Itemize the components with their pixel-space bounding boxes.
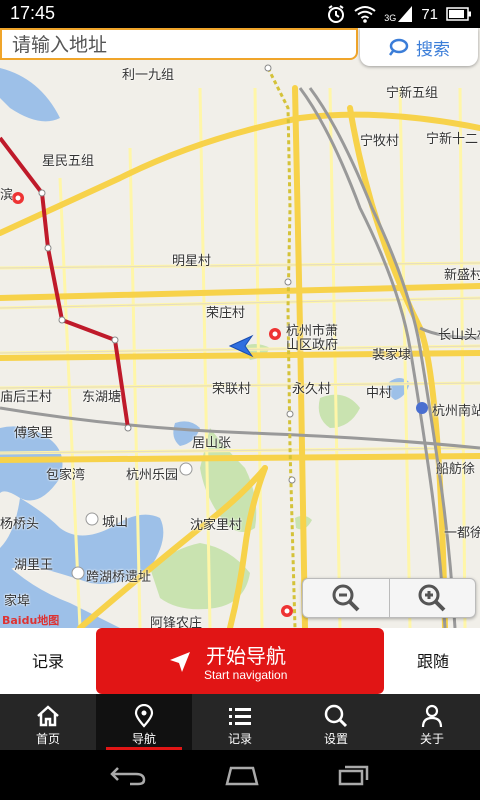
home-button-icon[interactable] xyxy=(225,764,259,786)
map-label: 家埠 xyxy=(4,594,31,609)
map-roads xyxy=(0,64,480,628)
action-bar: 记录 开始导航 Start navigation 跟随 xyxy=(0,628,480,694)
map-label: 跨湖桥遗址 xyxy=(86,570,152,585)
map-label: 居山张 xyxy=(192,436,232,451)
map-view[interactable]: 利一九组 宁新五组 宁牧村 宁新十二 星民五组 滨 明星村 新盛村 荣庄村 杭州… xyxy=(0,28,480,628)
tab-label: 记录 xyxy=(227,732,252,746)
map-label: 包家湾 xyxy=(46,468,86,483)
location-pin-icon xyxy=(134,704,154,728)
search-input[interactable] xyxy=(12,32,342,58)
baidu-logo: Baidu地图 xyxy=(2,614,60,627)
tab-label: 首页 xyxy=(35,732,60,746)
navigation-arrow-icon xyxy=(170,652,190,672)
start-navigation-sublabel: Start navigation xyxy=(204,668,288,682)
zoom-out-button[interactable] xyxy=(303,579,389,617)
recent-apps-icon[interactable] xyxy=(338,764,370,786)
tab-label: 设置 xyxy=(323,732,348,746)
tab-home[interactable]: 首页 xyxy=(0,694,96,750)
tab-navigation[interactable]: 导航 xyxy=(96,694,192,750)
zoom-controls xyxy=(302,578,476,618)
map-label: 湖里王 xyxy=(14,558,54,573)
tab-label: 导航 xyxy=(131,732,156,746)
battery-icon xyxy=(446,7,471,21)
zoom-out-icon xyxy=(332,584,360,612)
tab-bar: 首页 导航 记录 设置 关于 xyxy=(0,694,480,750)
map-label: 中村 xyxy=(366,386,393,401)
wifi-icon xyxy=(354,6,376,23)
tab-about[interactable]: 关于 xyxy=(384,694,480,750)
status-bar: 17:45 3G 71 xyxy=(0,0,480,28)
map-label: 东湖塘 xyxy=(82,390,122,405)
status-icons: 3G 71 xyxy=(326,3,472,25)
tab-records[interactable]: 记录 xyxy=(192,694,288,750)
map-label: 杨桥头 xyxy=(0,517,40,532)
map-label: 长山头村 xyxy=(438,328,480,343)
back-icon[interactable] xyxy=(109,764,146,786)
map-label: 永久村 xyxy=(292,382,332,397)
map-label: 阿锋农庄 xyxy=(150,616,203,628)
map-label: 宁新五组 xyxy=(386,86,439,101)
person-icon xyxy=(421,704,443,728)
map-label: 裴家埭 xyxy=(372,348,412,363)
map-label: 宁新十二 xyxy=(426,132,479,147)
map-label: 荣联村 xyxy=(212,382,252,397)
record-button[interactable]: 记录 xyxy=(20,648,76,672)
follow-button[interactable]: 跟随 xyxy=(405,648,461,672)
map-label: 山区政府 xyxy=(286,338,339,353)
list-icon xyxy=(229,708,251,725)
search-button-label: 搜索 xyxy=(416,39,450,60)
alarm-icon xyxy=(328,5,345,23)
map-label: 荣庄村 xyxy=(206,306,246,321)
map-label: 杭州乐园 xyxy=(126,468,179,483)
start-navigation-button[interactable]: 开始导航 Start navigation xyxy=(96,628,384,694)
map-label: 杭州南站 xyxy=(432,404,480,419)
map-label: 一都徐 xyxy=(444,526,480,541)
map-label: 沈家里村 xyxy=(190,518,243,533)
current-location-icon xyxy=(228,334,254,358)
zoom-in-icon xyxy=(418,584,446,612)
map-label: 船舫徐 xyxy=(436,462,476,477)
map-label: 庙后王村 xyxy=(0,390,53,405)
map-label: 明星村 xyxy=(172,254,212,269)
battery-percent: 71 xyxy=(421,5,438,23)
map-label: 傅家里 xyxy=(14,426,54,441)
search-box xyxy=(0,28,358,60)
search-icon xyxy=(389,38,409,56)
network-type: 3G xyxy=(384,13,397,23)
map-label: 新盛村 xyxy=(444,268,480,283)
map-label: 滨 xyxy=(0,188,14,203)
map-label: 星民五组 xyxy=(42,154,95,169)
search-button[interactable]: 搜索 xyxy=(360,28,478,66)
map-label: 城山 xyxy=(102,515,129,530)
home-icon xyxy=(37,705,59,727)
map-label: 宁牧村 xyxy=(360,134,400,149)
start-navigation-label: 开始导航 xyxy=(206,644,286,668)
signal-icon: 3G xyxy=(384,5,413,23)
tab-label: 关于 xyxy=(419,732,444,746)
search-icon xyxy=(324,704,348,728)
map-label: 利一九组 xyxy=(122,68,175,83)
system-navigation-bar xyxy=(0,750,480,800)
status-time: 17:45 xyxy=(10,3,56,23)
tab-settings[interactable]: 设置 xyxy=(288,694,384,750)
zoom-in-button[interactable] xyxy=(390,579,476,617)
